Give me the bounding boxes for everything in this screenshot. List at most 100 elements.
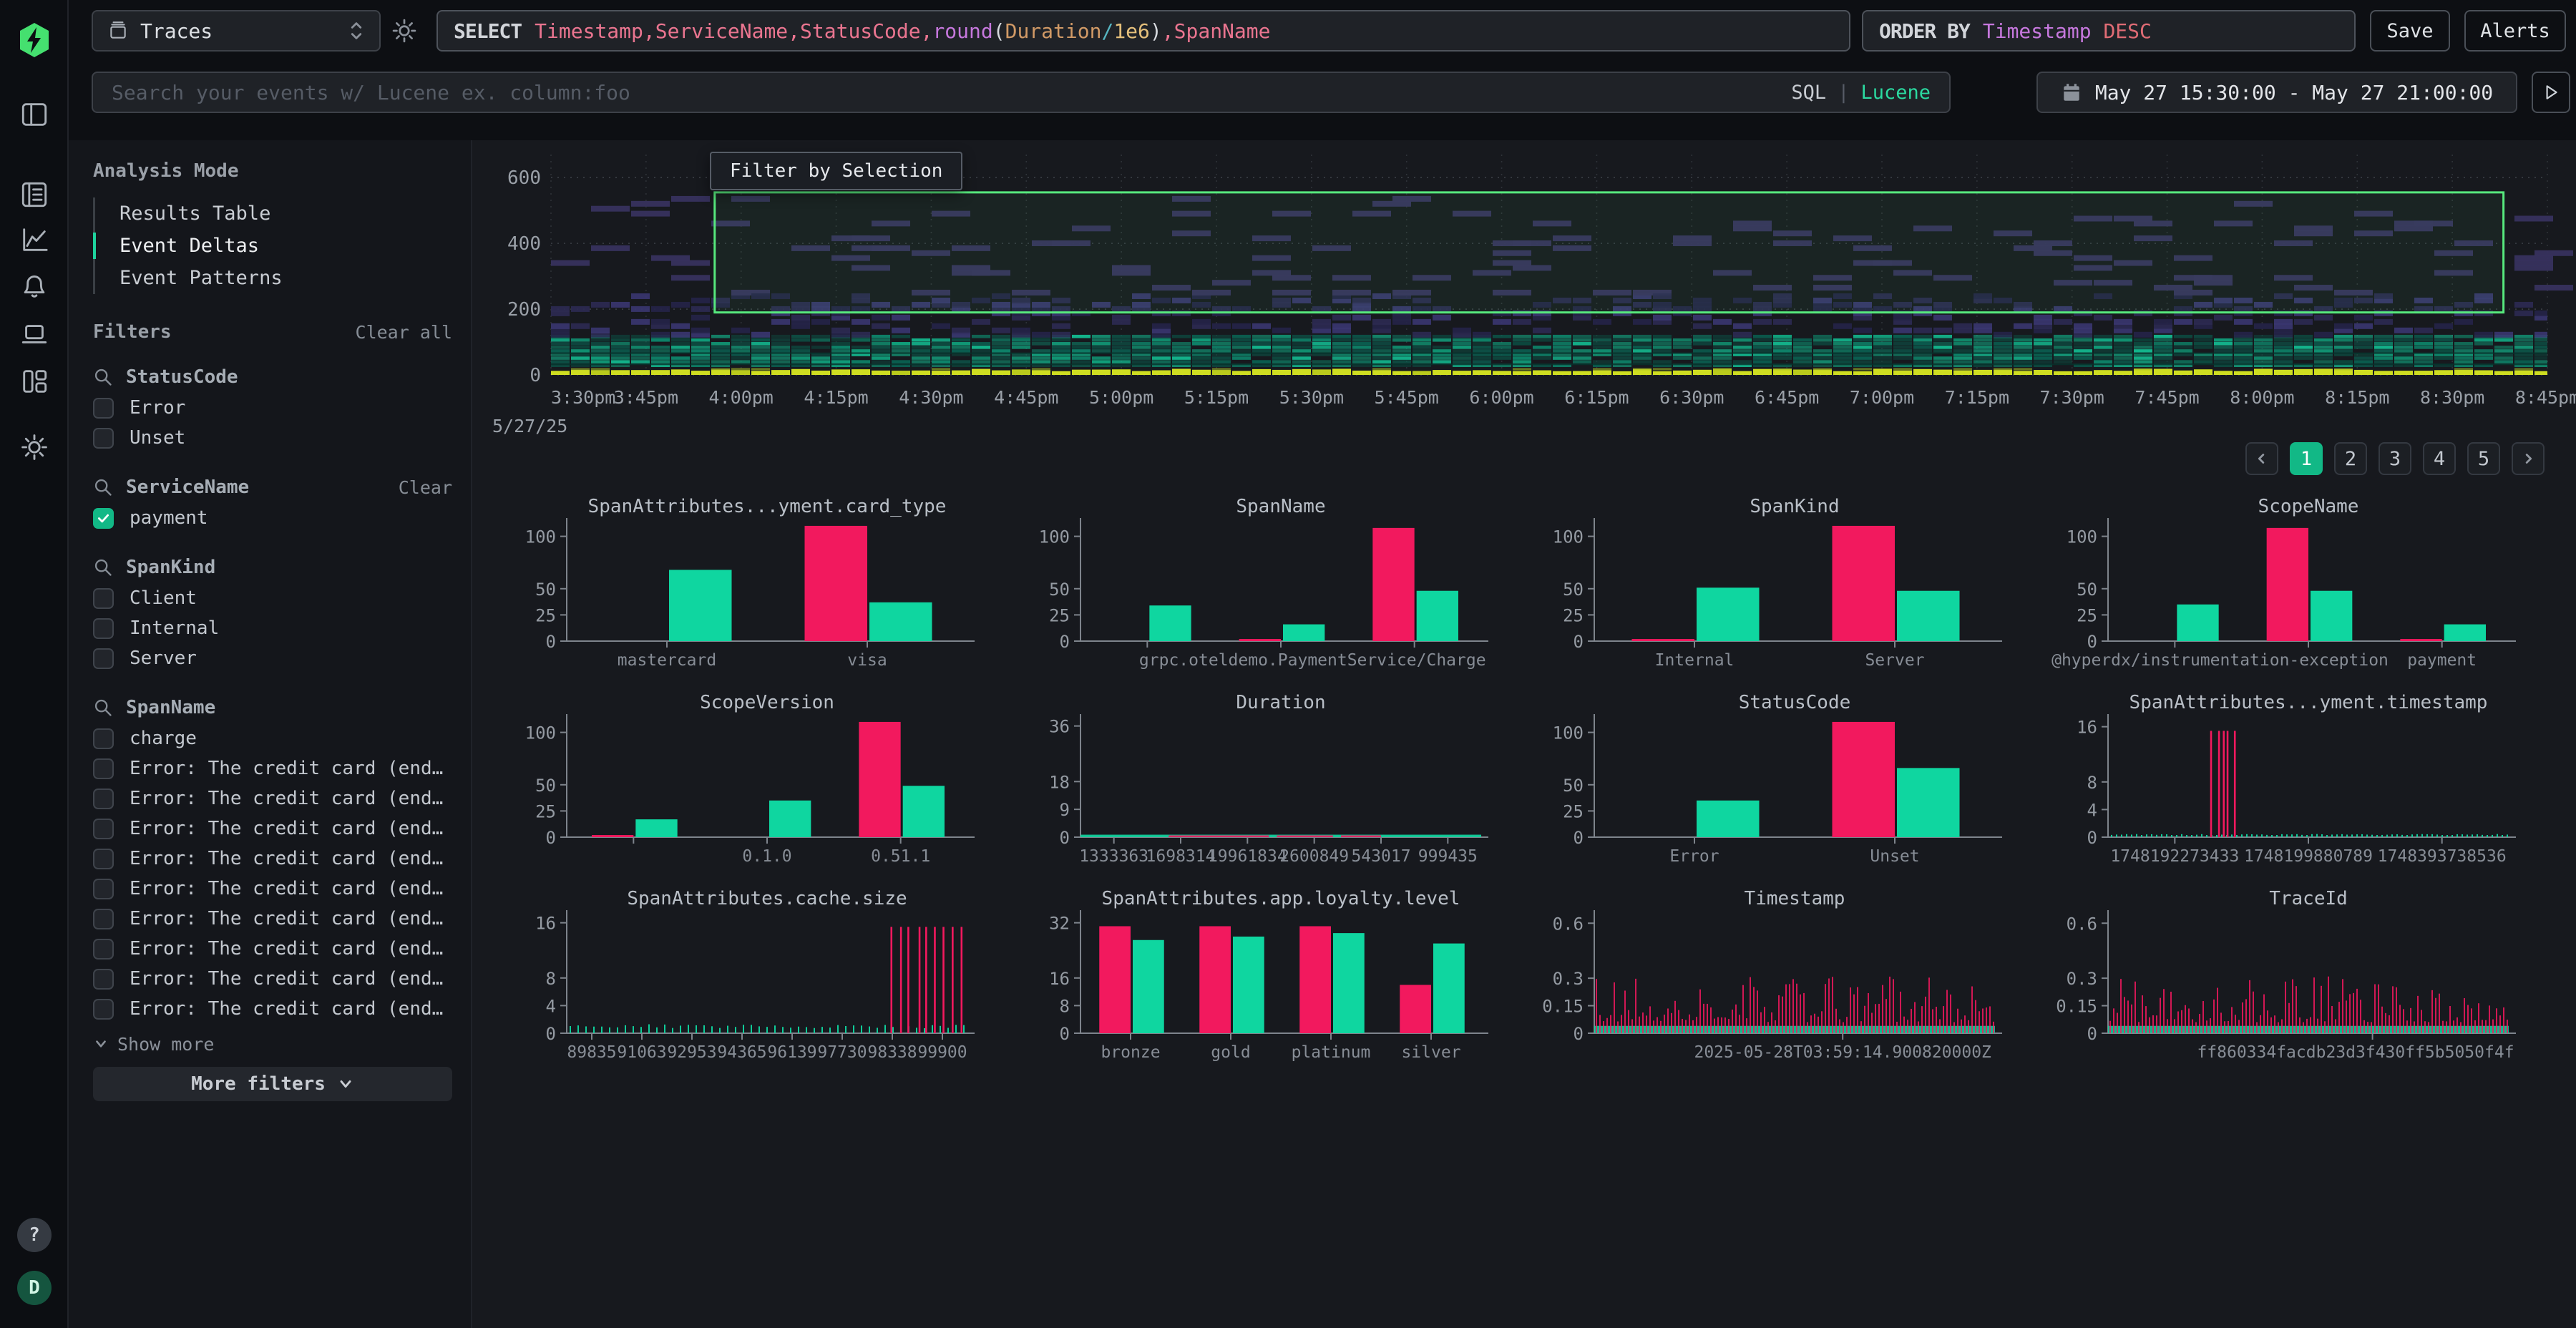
filter-option[interactable]: Error: The credit card (end…	[93, 753, 452, 783]
analysis-mode-title: Analysis Mode	[93, 160, 452, 182]
svg-text:4: 4	[2087, 800, 2097, 820]
filter-group-name: SpanName	[126, 697, 452, 718]
checkbox-unchecked[interactable]	[93, 648, 114, 669]
analysis-mode-item-event-patterns[interactable]: Event Patterns	[95, 262, 452, 294]
filter-option[interactable]: Error	[93, 393, 452, 423]
svg-text:50: 50	[535, 580, 556, 600]
select-chevrons-icon	[348, 20, 365, 42]
filter-option[interactable]: charge	[93, 723, 452, 753]
filter-option-label: Error: The credit card (end…	[130, 908, 443, 929]
panel-toggle-icon[interactable]	[0, 100, 69, 129]
filter-option[interactable]: Error: The credit card (end…	[93, 783, 452, 814]
svg-text:98338: 98338	[867, 1043, 917, 1062]
filter-option[interactable]: Error: The credit card (end…	[93, 934, 452, 964]
filter-group-clear-button[interactable]: Clear	[399, 477, 452, 498]
svg-text:25: 25	[2077, 605, 2097, 625]
source-settings-gear-icon[interactable]	[391, 17, 418, 47]
chevron-down-icon	[93, 1036, 109, 1052]
search-icon[interactable]	[93, 557, 113, 577]
order-by-input[interactable]: ORDER BY Timestamp DESC	[1862, 10, 2356, 52]
app-logo[interactable]	[0, 21, 69, 59]
select-query-input[interactable]: SELECT Timestamp,ServiceName,StatusCode,…	[436, 10, 1850, 52]
checkbox-unchecked[interactable]	[93, 728, 114, 749]
svg-text:8: 8	[546, 969, 556, 989]
mode-separator: |	[1838, 82, 1849, 104]
filter-option-label: Error: The credit card (end…	[130, 938, 443, 960]
calendar-icon	[2061, 82, 2082, 103]
search-icon[interactable]	[93, 367, 113, 387]
checkbox-unchecked[interactable]	[93, 428, 114, 449]
checkbox-checked[interactable]	[93, 508, 114, 529]
filter-option[interactable]: Unset	[93, 423, 452, 453]
svg-text:1698314: 1698314	[1146, 847, 1216, 866]
team-settings-gear-icon[interactable]	[0, 433, 69, 462]
filter-option-label: charge	[130, 728, 197, 749]
filter-group-servicename: ServiceNameClearpayment	[93, 472, 452, 533]
checkbox-unchecked[interactable]	[93, 879, 114, 899]
source-select[interactable]: Traces	[92, 10, 381, 52]
filter-option[interactable]: Server	[93, 643, 452, 673]
checkbox-unchecked[interactable]	[93, 618, 114, 639]
mode-sql[interactable]: SQL	[1791, 82, 1826, 104]
filter-option[interactable]: Error: The credit card (end…	[93, 844, 452, 874]
checkbox-unchecked[interactable]	[93, 849, 114, 869]
svg-text:visa: visa	[847, 651, 887, 670]
svg-text:0: 0	[546, 1024, 556, 1044]
svg-text:1748393738536: 1748393738536	[2378, 847, 2507, 866]
search-input[interactable]	[93, 81, 1791, 104]
query-token: round	[932, 19, 992, 43]
svg-text:SpanKind: SpanKind	[1750, 496, 1839, 517]
chart-explorer-icon[interactable]	[0, 225, 69, 254]
filter-option[interactable]: Error: The credit card (end…	[93, 874, 452, 904]
clear-all-button[interactable]: Clear all	[356, 322, 452, 343]
svg-text:0.15: 0.15	[1542, 997, 1584, 1017]
filter-option[interactable]: payment	[93, 503, 452, 533]
analysis-mode-item-results-table[interactable]: Results Table	[95, 197, 452, 230]
svg-text:grpc.oteldemo.PaymentService/C: grpc.oteldemo.PaymentService/Charge	[1139, 651, 1486, 670]
show-more-button[interactable]: Show more	[93, 1030, 452, 1058]
dashboards-icon[interactable]	[0, 367, 69, 396]
svg-text:0.3: 0.3	[1553, 969, 1584, 989]
filter-option[interactable]: Internal	[93, 613, 452, 643]
filter-option[interactable]: Error: The credit card (end…	[93, 964, 452, 994]
checkbox-unchecked[interactable]	[93, 398, 114, 419]
analysis-mode-item-event-deltas[interactable]: Event Deltas	[95, 230, 452, 262]
alerts-bell-icon[interactable]	[0, 272, 69, 301]
mini-chart-cache-size: SpanAttributes.cache.size048168983591063…	[501, 884, 982, 1075]
filter-by-selection-button[interactable]: Filter by Selection	[710, 152, 962, 190]
date-range-picker[interactable]: May 27 15:30:00 - May 27 21:00:00	[2036, 72, 2517, 113]
checkbox-unchecked[interactable]	[93, 909, 114, 929]
filter-option[interactable]: Error: The credit card (end…	[93, 904, 452, 934]
more-filters-button[interactable]: More filters	[93, 1067, 452, 1101]
checkbox-unchecked[interactable]	[93, 999, 114, 1020]
svg-text:SpanAttributes.app.loyalty.lev: SpanAttributes.app.loyalty.level	[1102, 888, 1460, 909]
checkbox-unchecked[interactable]	[93, 819, 114, 839]
svg-text:25: 25	[1563, 605, 1584, 625]
svg-text:Internal: Internal	[1655, 651, 1735, 670]
event-log-icon[interactable]	[0, 180, 69, 209]
checkbox-unchecked[interactable]	[93, 969, 114, 990]
alerts-button[interactable]: Alerts	[2464, 10, 2566, 52]
mini-chart-scope-version: ScopeVersion025501000.1.00.51.1	[501, 688, 982, 879]
run-query-button[interactable]	[2532, 72, 2570, 113]
svg-text:50: 50	[1563, 776, 1584, 796]
svg-text:100: 100	[525, 527, 556, 547]
checkbox-unchecked[interactable]	[93, 939, 114, 960]
filter-option[interactable]: Error: The credit card (end…	[93, 994, 452, 1024]
filter-option[interactable]: Error: The credit card (end…	[93, 814, 452, 844]
help-button[interactable]: ?	[17, 1218, 52, 1252]
mini-chart-status-code: StatusCode02550100ErrorUnset	[1528, 688, 2009, 879]
svg-text:1333363: 1333363	[1079, 847, 1148, 866]
user-avatar[interactable]: D	[17, 1271, 52, 1305]
filter-option[interactable]: Client	[93, 583, 452, 613]
checkbox-unchecked[interactable]	[93, 588, 114, 609]
svg-text:StatusCode: StatusCode	[1739, 692, 1851, 713]
save-button[interactable]: Save	[2370, 10, 2450, 52]
search-icon[interactable]	[93, 698, 113, 718]
show-more-label: Show more	[117, 1034, 214, 1055]
search-icon[interactable]	[93, 477, 113, 497]
mode-lucene[interactable]: Lucene	[1860, 82, 1931, 104]
checkbox-unchecked[interactable]	[93, 788, 114, 809]
sessions-laptop-icon[interactable]	[0, 320, 69, 348]
checkbox-unchecked[interactable]	[93, 758, 114, 779]
